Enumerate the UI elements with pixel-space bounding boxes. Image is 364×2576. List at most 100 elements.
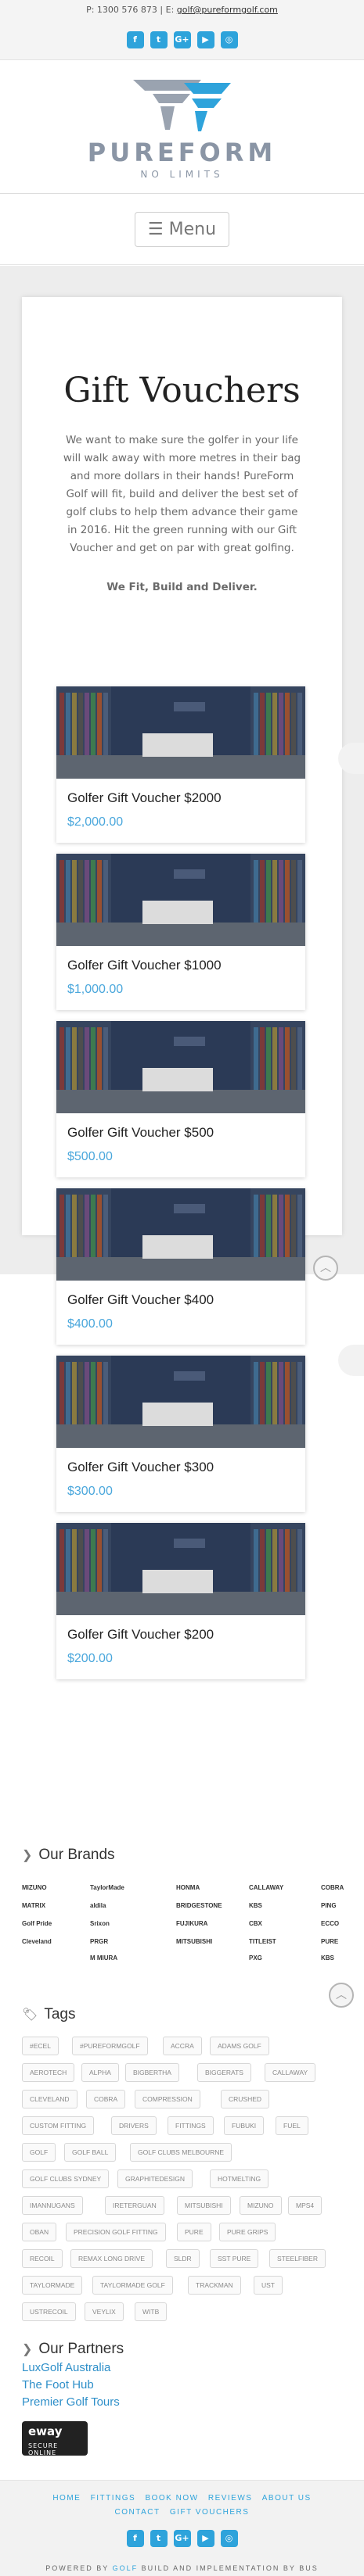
product-card[interactable]: Golfer Gift Voucher $500 $500.00 bbox=[56, 1021, 305, 1177]
product-image[interactable] bbox=[56, 854, 305, 946]
google-plus-icon[interactable]: G+ bbox=[173, 31, 191, 48]
brand-logo[interactable]: aldila bbox=[90, 1902, 106, 1909]
product-name[interactable]: Golfer Gift Voucher $200 bbox=[67, 1627, 214, 1643]
tag-link[interactable]: BIGBERTHA bbox=[125, 2063, 179, 2082]
tag-link[interactable]: AEROTECH bbox=[22, 2063, 75, 2082]
brand-logo[interactable]: M MIURA bbox=[90, 1954, 117, 1962]
google-plus-icon[interactable]: G+ bbox=[173, 2530, 191, 2547]
brand-logo[interactable]: Srixon bbox=[90, 1920, 110, 1927]
tag-link[interactable]: SST PURE bbox=[210, 2249, 259, 2268]
brand-logo[interactable]: TaylorMade bbox=[90, 1884, 124, 1891]
twitter-icon[interactable]: t bbox=[150, 31, 168, 48]
tag-link[interactable]: TAYLORMADE GOLF bbox=[92, 2276, 173, 2295]
tag-link[interactable]: GOLF bbox=[22, 2143, 56, 2162]
tag-link[interactable]: FUEL bbox=[276, 2116, 308, 2135]
footer-link-contact[interactable]: CONTACT bbox=[115, 2508, 160, 2517]
tag-link[interactable]: IMANNUGANS bbox=[22, 2196, 83, 2215]
tag-link[interactable]: #PUREFORMGOLF bbox=[72, 2037, 148, 2055]
tag-link[interactable]: GRAPHITEDESIGN bbox=[117, 2169, 193, 2188]
tag-link[interactable]: TAYLORMADE bbox=[22, 2276, 83, 2295]
youtube-icon[interactable]: ▶ bbox=[196, 2530, 214, 2547]
tag-link[interactable]: PURE bbox=[177, 2223, 211, 2241]
tag-link[interactable]: CRUSHED bbox=[221, 2090, 270, 2108]
tag-link[interactable]: USTRECOIL bbox=[22, 2302, 76, 2321]
brand-logo[interactable]: BRIDGESTONE bbox=[176, 1902, 222, 1909]
pureform-logo-icon[interactable] bbox=[129, 77, 235, 133]
product-name[interactable]: Golfer Gift Voucher $1000 bbox=[67, 958, 222, 973]
brand-logo[interactable]: ECCO bbox=[321, 1920, 339, 1927]
brand-logo[interactable]: HONMA bbox=[176, 1884, 200, 1891]
brand-logo[interactable]: COBRA bbox=[321, 1884, 344, 1891]
brand-logo[interactable]: CALLAWAY bbox=[249, 1884, 283, 1891]
tag-link[interactable]: FITTINGS bbox=[168, 2116, 214, 2135]
tag-link[interactable]: #ECEL bbox=[22, 2037, 59, 2055]
brand-logo[interactable]: MATRIX bbox=[22, 1902, 45, 1909]
tag-link[interactable]: TRACKMAN bbox=[188, 2276, 241, 2295]
tag-link[interactable]: GOLF BALL bbox=[64, 2143, 117, 2162]
logo-wordmark[interactable]: PUREFORM bbox=[0, 138, 364, 167]
eway-secure-badge[interactable]: eway SECURE ONLINE bbox=[22, 2421, 88, 2456]
tag-link[interactable]: PURE GRIPS bbox=[219, 2223, 276, 2241]
brand-logo[interactable]: FUJIKURA bbox=[176, 1920, 207, 1927]
tag-link[interactable]: SLDR bbox=[166, 2249, 200, 2268]
tag-link[interactable]: IRETERGUAN bbox=[105, 2196, 164, 2215]
tag-link[interactable]: COBRA bbox=[86, 2090, 126, 2108]
tag-link[interactable]: UST bbox=[254, 2276, 283, 2295]
brand-logo[interactable]: PING bbox=[321, 1902, 337, 1909]
brand-logo[interactable]: MITSUBISHI bbox=[176, 1938, 212, 1945]
menu-button[interactable]: ☰ Menu bbox=[135, 212, 229, 247]
side-tab[interactable] bbox=[338, 1345, 364, 1376]
tag-link[interactable]: PRECISION GOLF FITTING bbox=[66, 2223, 166, 2241]
partner-link[interactable]: LuxGolf Australia bbox=[22, 2361, 110, 2374]
email-link[interactable]: golf@pureformgolf.com bbox=[177, 5, 278, 15]
phone-number[interactable]: P: 1300 576 873 bbox=[86, 5, 157, 15]
instagram-icon[interactable]: ◎ bbox=[220, 2530, 238, 2547]
product-card[interactable]: Golfer Gift Voucher $1000 $1,000.00 bbox=[56, 854, 305, 1010]
footer-link-book-now[interactable]: BOOK NOW bbox=[145, 2494, 198, 2503]
instagram-icon[interactable]: ◎ bbox=[220, 31, 238, 48]
tag-link[interactable]: ALPHA bbox=[81, 2063, 119, 2082]
product-name[interactable]: Golfer Gift Voucher $2000 bbox=[67, 790, 222, 806]
facebook-icon[interactable]: f bbox=[126, 2530, 144, 2547]
partner-link[interactable]: The Foot Hub bbox=[22, 2378, 94, 2391]
product-image[interactable] bbox=[56, 686, 305, 779]
tag-link[interactable]: OBAN bbox=[22, 2223, 57, 2241]
product-name[interactable]: Golfer Gift Voucher $400 bbox=[67, 1292, 214, 1308]
footer-link-about-us[interactable]: ABOUT US bbox=[262, 2494, 312, 2503]
tag-link[interactable]: FUBUKI bbox=[224, 2116, 265, 2135]
product-card[interactable]: Golfer Gift Voucher $2000 $2,000.00 bbox=[56, 686, 305, 843]
scroll-up-icon[interactable]: ︿ bbox=[329, 1983, 354, 2008]
tag-link[interactable]: CLEVELAND bbox=[22, 2090, 77, 2108]
twitter-icon[interactable]: t bbox=[150, 2530, 168, 2547]
product-card[interactable]: Golfer Gift Voucher $200 $200.00 bbox=[56, 1523, 305, 1679]
tag-link[interactable]: WITB bbox=[135, 2302, 168, 2321]
tag-link[interactable]: ADAMS GOLF bbox=[210, 2037, 269, 2055]
tag-link[interactable]: HOTMELTING bbox=[210, 2169, 269, 2188]
tag-link[interactable]: COMPRESSION bbox=[135, 2090, 200, 2108]
product-card[interactable]: Golfer Gift Voucher $400 $400.00 bbox=[56, 1188, 305, 1345]
brand-logo[interactable]: TITLEIST bbox=[249, 1938, 276, 1945]
product-image[interactable] bbox=[56, 1356, 305, 1448]
footer-link-home[interactable]: HOME bbox=[52, 2494, 81, 2503]
tag-link[interactable]: CALLAWAY bbox=[265, 2063, 316, 2082]
tag-link[interactable]: REMAX LONG DRIVE bbox=[70, 2249, 153, 2268]
youtube-icon[interactable]: ▶ bbox=[196, 31, 214, 48]
side-tab[interactable] bbox=[338, 743, 364, 774]
brand-logo[interactable]: KBS bbox=[249, 1902, 262, 1909]
tag-link[interactable]: STEELFIBER bbox=[269, 2249, 326, 2268]
tag-link[interactable]: MIZUNO bbox=[240, 2196, 282, 2215]
brand-logo[interactable]: MIZUNO bbox=[22, 1884, 47, 1891]
brand-logo[interactable]: PURE bbox=[321, 1938, 338, 1945]
tag-link[interactable]: RECOIL bbox=[22, 2249, 63, 2268]
footer-link-fittings[interactable]: FITTINGS bbox=[91, 2494, 136, 2503]
product-card[interactable]: Golfer Gift Voucher $300 $300.00 bbox=[56, 1356, 305, 1512]
tag-link[interactable]: MITSUBISHI bbox=[177, 2196, 231, 2215]
tag-link[interactable]: DRIVERS bbox=[111, 2116, 157, 2135]
facebook-icon[interactable]: f bbox=[126, 31, 144, 48]
tag-link[interactable]: GOLF CLUBS SYDNEY bbox=[22, 2169, 110, 2188]
tag-link[interactable]: ACCRA bbox=[163, 2037, 202, 2055]
brand-logo[interactable]: CBX bbox=[249, 1920, 262, 1927]
tag-link[interactable]: GOLF CLUBS MELBOURNE bbox=[130, 2143, 232, 2162]
product-name[interactable]: Golfer Gift Voucher $300 bbox=[67, 1460, 214, 1475]
partner-link[interactable]: Premier Golf Tours bbox=[22, 2395, 120, 2409]
